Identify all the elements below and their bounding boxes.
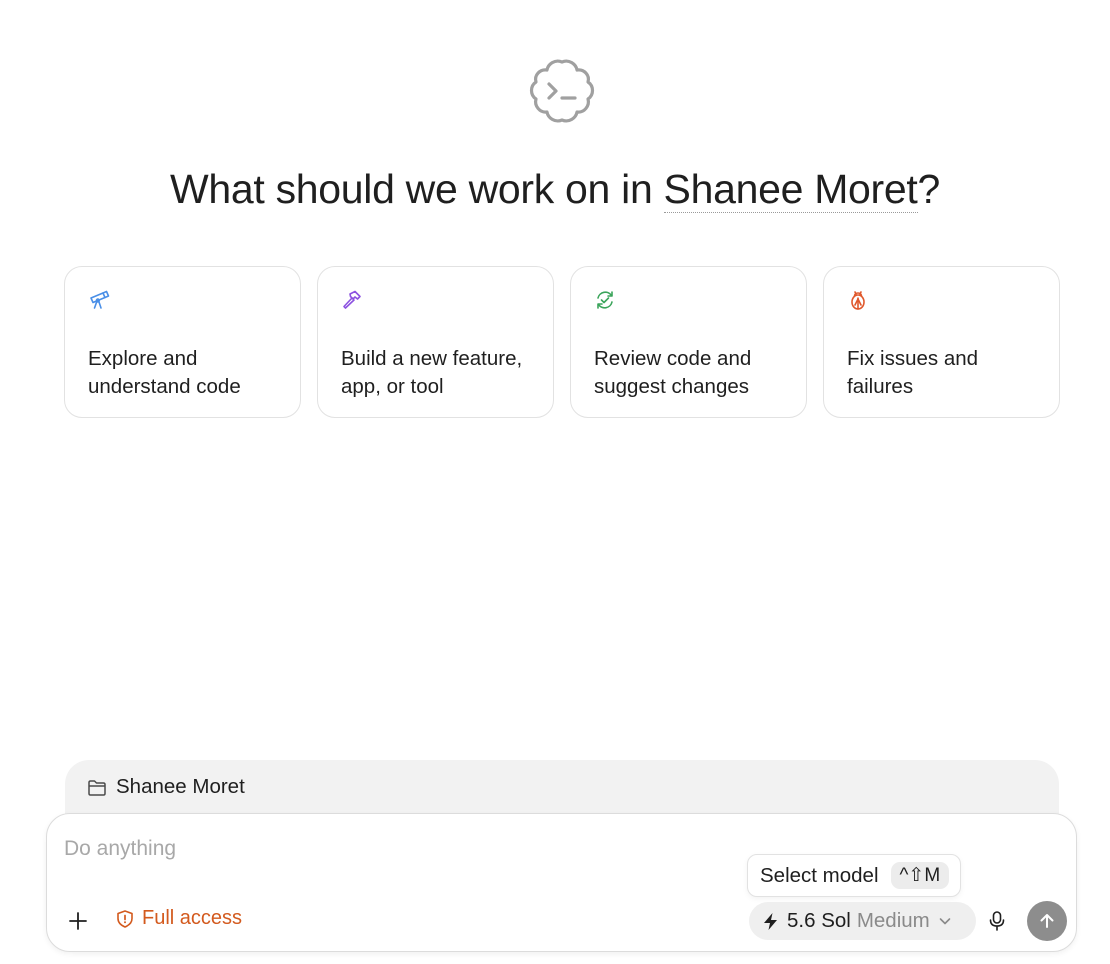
folder-icon xyxy=(88,780,106,796)
telescope-icon xyxy=(90,290,110,309)
workspace-folder-name: Shanee Moret xyxy=(116,775,245,798)
bolt-icon xyxy=(764,912,777,930)
shield-alert-icon xyxy=(117,909,133,928)
chevron-down-icon xyxy=(939,918,951,925)
page-title: What should we work on in Shanee Moret? xyxy=(0,166,1110,213)
suggestion-label: Review code and suggest changes xyxy=(594,347,752,398)
model-name: 5.6 Sol xyxy=(787,909,851,932)
arrow-up-icon xyxy=(1040,914,1054,928)
title-suffix: ? xyxy=(917,166,941,212)
add-attachment-button[interactable] xyxy=(65,908,91,934)
project-selector[interactable]: Shanee Moret xyxy=(663,166,918,213)
suggestion-cards: Explore and understand code Build a new … xyxy=(64,266,1060,418)
access-mode-button[interactable]: Full access xyxy=(115,907,242,930)
app-logo-icon xyxy=(529,59,595,123)
send-button[interactable] xyxy=(1027,901,1067,941)
tooltip-label: Select model xyxy=(760,863,879,887)
keyboard-shortcut: ^⇧M xyxy=(890,862,950,889)
suggestion-label: Explore and understand code xyxy=(88,347,241,398)
title-prefix: What should we work on in xyxy=(169,166,653,212)
suggestion-label: Build a new feature, app, or tool xyxy=(341,347,523,398)
review-cycle-icon xyxy=(597,291,613,309)
hammer-icon xyxy=(343,290,361,309)
select-model-tooltip: Select model ^⇧M xyxy=(747,854,962,897)
model-effort: Medium xyxy=(856,909,930,932)
suggestion-card-build[interactable]: Build a new feature, app, or tool xyxy=(317,266,554,418)
prompt-input[interactable] xyxy=(64,834,744,864)
access-mode-label: Full access xyxy=(142,907,243,929)
model-selector-button[interactable]: 5.6 Sol Medium xyxy=(749,902,976,940)
suggestion-card-review[interactable]: Review code and suggest changes xyxy=(570,266,807,418)
suggestion-label: Fix issues and failures xyxy=(847,347,979,398)
composer: Full access Select model ^⇧M 5.6 Sol Med… xyxy=(46,813,1077,952)
suggestion-card-explore[interactable]: Explore and understand code xyxy=(64,266,301,418)
bug-icon xyxy=(851,291,865,310)
microphone-button[interactable] xyxy=(987,910,1007,932)
app-window: What should we work on in Shanee Moret? … xyxy=(0,0,1110,964)
suggestion-card-fix[interactable]: Fix issues and failures xyxy=(823,266,1060,418)
